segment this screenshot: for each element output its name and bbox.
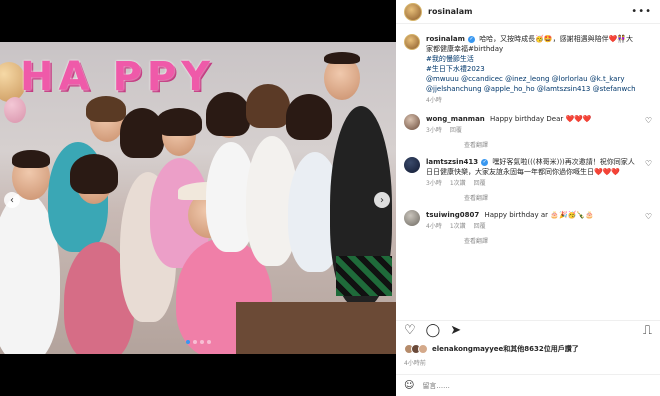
liker-avatars <box>404 344 428 354</box>
avatar[interactable] <box>404 210 420 226</box>
share-icon[interactable]: ➤ <box>450 323 461 338</box>
pink-balloon <box>4 97 26 123</box>
post-actions-bar: ♡ ◯ ➤ ⎍ <box>396 320 660 340</box>
hashtag-link[interactable]: #生日下水禮2023 <box>426 64 652 74</box>
post-header: rosinalam ••• <box>396 0 660 24</box>
person-hair <box>12 150 50 168</box>
add-comment-bar: ☺ <box>396 374 660 396</box>
comment-likes[interactable]: 1次讚 <box>450 179 466 189</box>
avatar[interactable] <box>404 157 420 173</box>
view-translation-label: 查看翻譯 <box>464 195 489 202</box>
person-hair <box>86 96 126 122</box>
person-hair <box>70 154 118 194</box>
comment-username[interactable]: wong_manman <box>426 115 485 123</box>
comment-username[interactable]: tsuiwing0807 <box>426 211 479 219</box>
comment-text: Happy birthday ar 🎂🎉🥳🍾🎂 <box>484 211 594 219</box>
comments-scroll[interactable]: rosinalam ✓ 哈哈，又按時成長🥳🤩，感謝相遇與陪伴❤️👭大 家都健康幸福… <box>396 26 660 318</box>
person-hair <box>246 84 290 128</box>
comment-item: tsuiwing0807 Happy birthday ar 🎂🎉🥳🍾🎂 4小時… <box>404 210 652 232</box>
like-comment-icon[interactable]: ♡ <box>645 159 652 189</box>
avatar[interactable] <box>404 34 420 50</box>
verified-icon: ✓ <box>467 35 475 43</box>
comment-time: 3小時 <box>426 180 442 187</box>
comment-likes[interactable]: 1次讚 <box>450 222 466 232</box>
avatar[interactable] <box>404 2 422 21</box>
post-media: H A P P Y ‹ › <box>0 0 396 396</box>
post-side-panel: rosinalam ••• rosinalam ✓ 哈哈，又按時成長🥳🤩，感謝相遇… <box>396 0 660 396</box>
comment-icon[interactable]: ◯ <box>426 323 441 338</box>
carousel-dots <box>0 340 396 344</box>
avatar <box>418 344 428 354</box>
likes-summary[interactable]: elenakongmayyee和其他8632位用戶讚了 <box>404 344 652 354</box>
mention-links[interactable]: @mwuuu @ccandicec @inez_leong @lorlorlau… <box>426 74 652 84</box>
like-icon[interactable]: ♡ <box>404 323 416 338</box>
hashtag-link[interactable]: #我的慢節生活 <box>426 54 652 64</box>
post-time: 4小時前 <box>404 360 426 367</box>
comment-time: 4小時 <box>426 223 442 230</box>
balloon-letter: P <box>146 54 178 100</box>
reply-button[interactable]: 回覆 <box>474 179 486 189</box>
balloon-letter: Y <box>181 54 212 100</box>
happy-balloons: H A P P Y <box>20 54 211 100</box>
reply-button[interactable]: 回覆 <box>474 222 486 232</box>
caption-text: 家都健康幸福#birthday <box>426 45 504 53</box>
carousel-dot <box>185 340 190 344</box>
comment-text: Happy birthday Dear ❤️❤️❤️ <box>490 115 592 123</box>
caption-username[interactable]: rosinalam <box>426 35 465 43</box>
caption-time: 4小時 <box>426 97 442 104</box>
next-image-button[interactable]: › <box>374 192 390 208</box>
post-username[interactable]: rosinalam <box>428 7 473 16</box>
person-hair <box>156 108 202 136</box>
caption-text: 哈哈，又按時成長🥳🤩，感謝相遇與陪伴❤️👭大 <box>479 35 634 43</box>
comment-time: 3小時 <box>426 127 442 134</box>
carousel-dot <box>199 340 204 344</box>
person-hair <box>206 92 250 136</box>
caption: rosinalam ✓ 哈哈，又按時成長🥳🤩，感謝相遇與陪伴❤️👭大 家都健康幸福… <box>404 34 652 106</box>
comment-item: lamtszsin413 ✓ 嘿好客氣啦(((林哥米)))再次邀請！祝你同家人日日… <box>404 157 652 189</box>
save-icon[interactable]: ⎍ <box>643 323 652 338</box>
boat-deck <box>236 302 396 354</box>
balloon-letter: H <box>20 54 55 100</box>
comment-input[interactable] <box>422 381 652 390</box>
view-translation-button[interactable]: 查看翻譯 <box>464 193 652 202</box>
view-translation-button[interactable]: 查看翻譯 <box>464 140 652 149</box>
avatar[interactable] <box>404 114 420 130</box>
balloon-letter: P <box>112 54 143 100</box>
post-photo[interactable]: H A P P Y <box>0 42 396 354</box>
reply-button[interactable]: 回覆 <box>450 126 462 136</box>
comment-item: wong_manman Happy birthday Dear ❤️❤️❤️ 3… <box>404 114 652 136</box>
view-translation-label: 查看翻譯 <box>464 238 489 245</box>
likes-text: elenakongmayyee和其他8632位用戶讚了 <box>432 345 579 353</box>
patterned-shorts <box>336 256 392 296</box>
view-translation-button[interactable]: 查看翻譯 <box>464 236 652 245</box>
balloon-letter: A <box>58 54 91 100</box>
emoji-icon[interactable]: ☺ <box>404 380 414 391</box>
person-hair <box>286 94 332 140</box>
more-options-icon[interactable]: ••• <box>631 6 652 17</box>
verified-icon: ✓ <box>481 158 489 166</box>
prev-image-button[interactable]: ‹ <box>4 192 20 208</box>
mention-links[interactable]: @jjelshanchung @apple_ho_ho @lamtszsin41… <box>426 84 652 94</box>
comment-username[interactable]: lamtszsin413 <box>426 158 478 166</box>
carousel-dot <box>192 340 197 344</box>
carousel-dot <box>206 340 211 344</box>
view-translation-label: 查看翻譯 <box>464 142 489 149</box>
like-comment-icon[interactable]: ♡ <box>645 212 652 232</box>
like-comment-icon[interactable]: ♡ <box>645 116 652 136</box>
person-hair <box>324 52 360 64</box>
